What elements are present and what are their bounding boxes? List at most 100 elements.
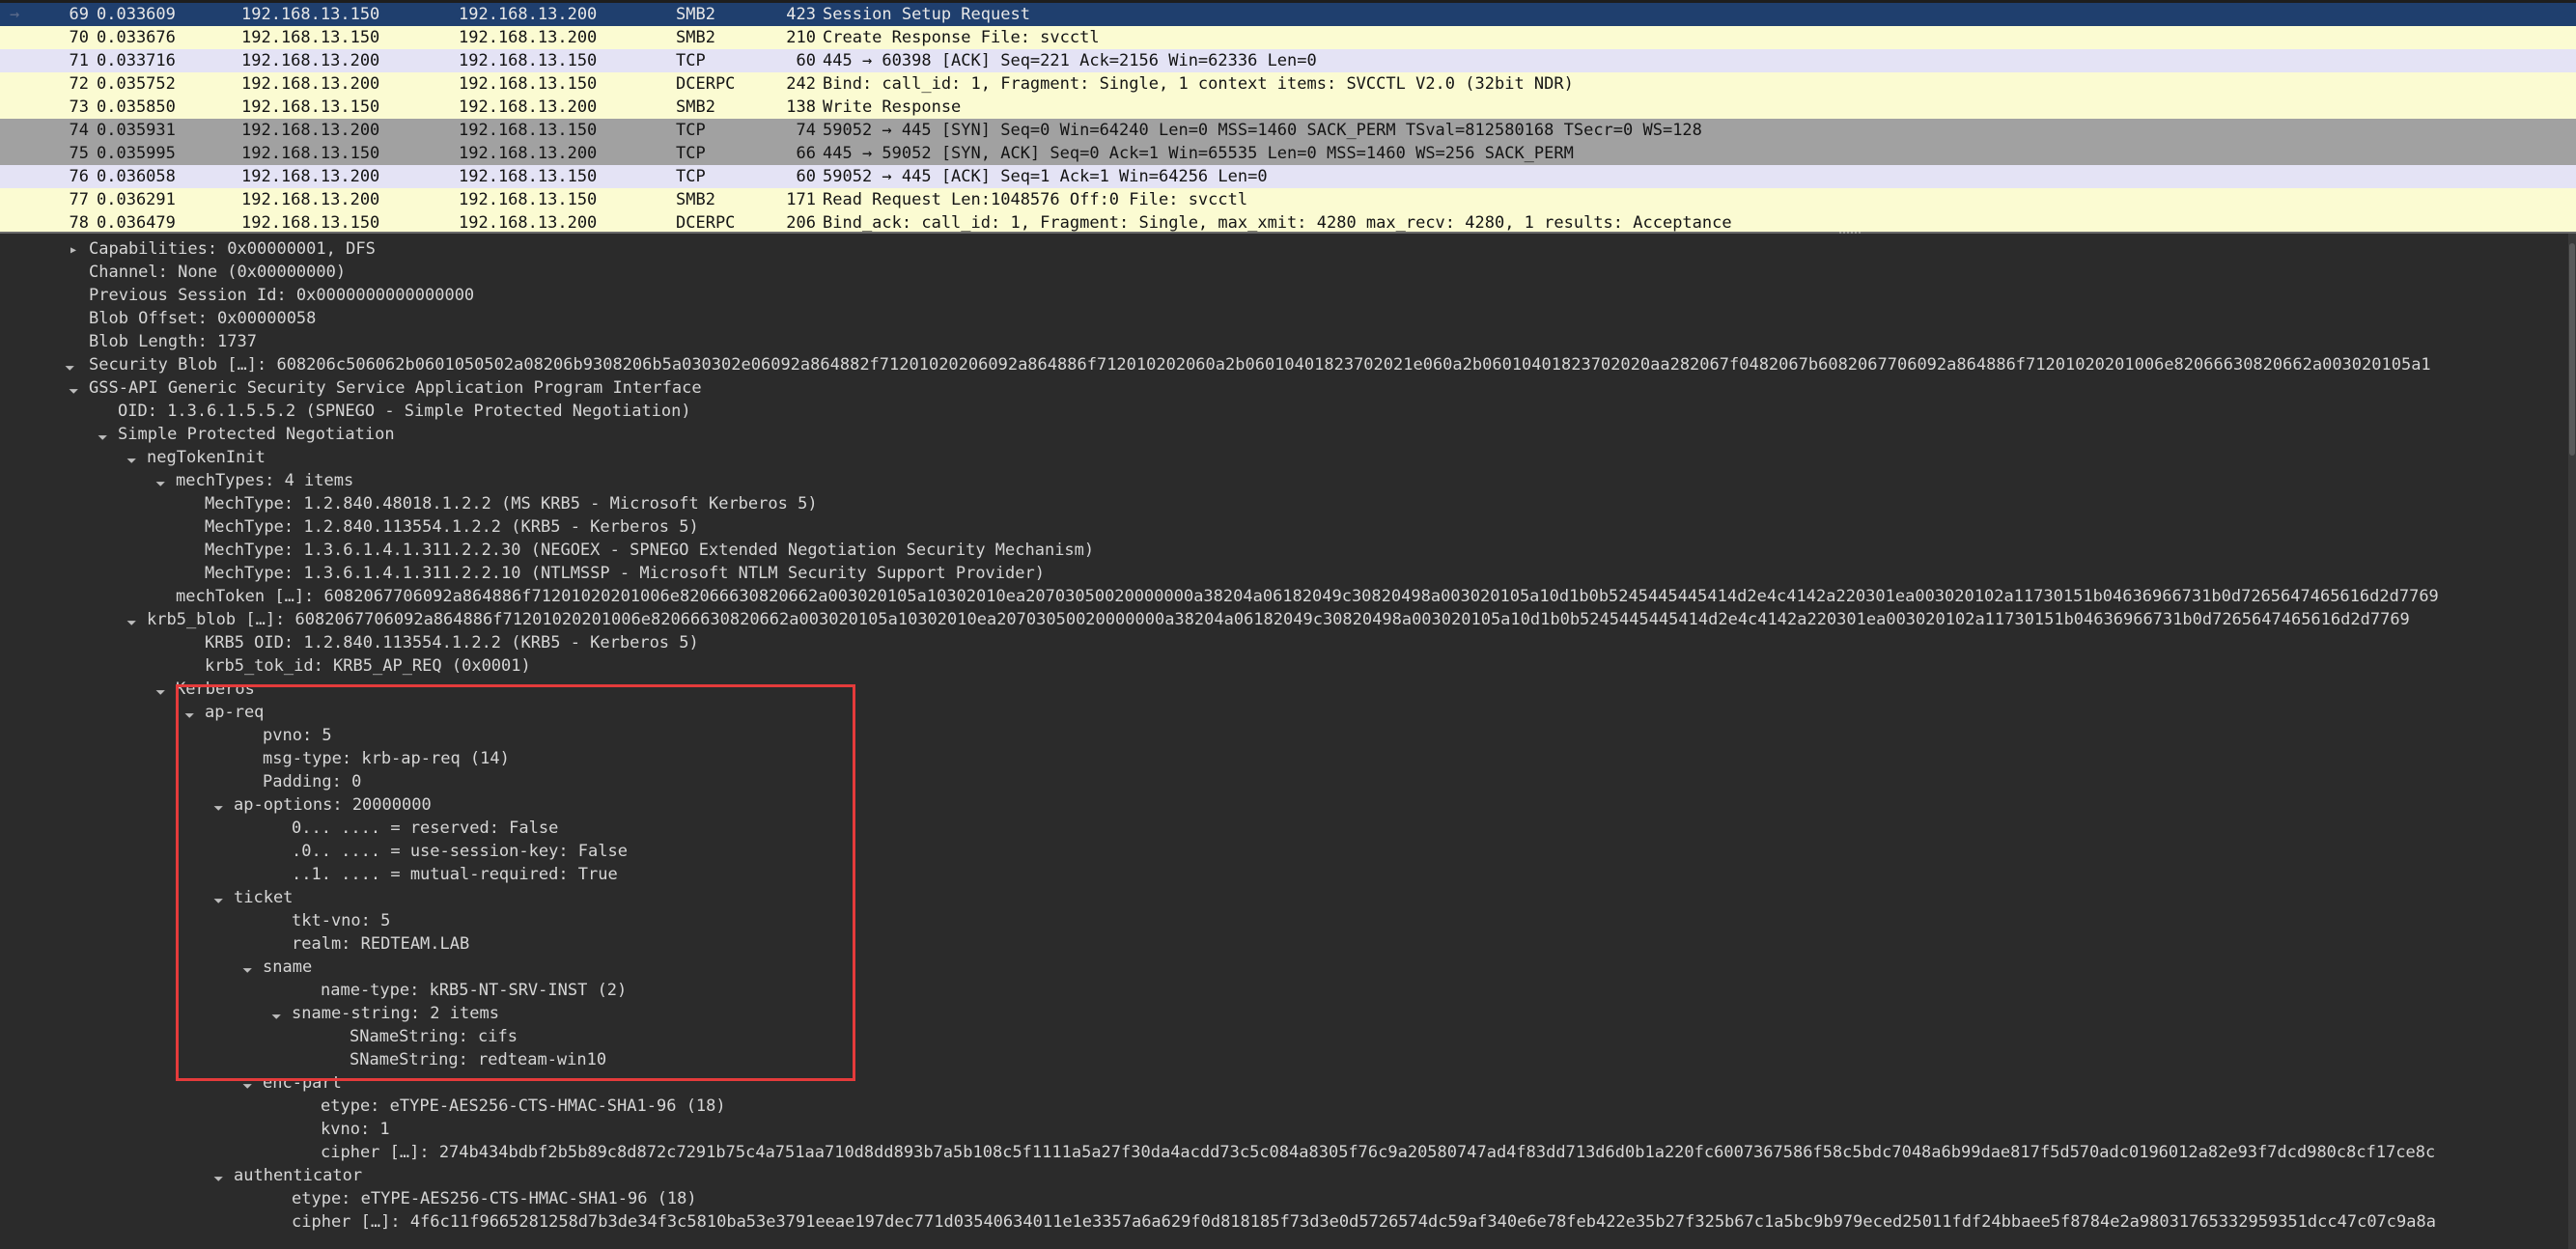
tree-row[interactable]: .0.. .... = use-session-key: False: [0, 840, 2576, 863]
expanded-toggle-icon[interactable]: [268, 1002, 284, 1025]
packet-list[interactable]: → 69 0.033609 192.168.13.150 192.168.13.200 S…: [0, 0, 2576, 234]
tree-row[interactable]: authenticator: [0, 1164, 2576, 1187]
packet-row[interactable]: 78 0.036479 192.168.13.150 192.168.13.200 DC…: [0, 211, 2576, 233]
tree-row-label: KRB5 OID: 1.2.840.113554.1.2.2 (KRB5 - K…: [205, 633, 699, 652]
packet-details-tree[interactable]: Capabilities: 0x00000001, DFS Channel: No…: [0, 234, 2576, 1249]
tree-row[interactable]: OID: 1.3.6.1.5.5.2 (SPNEGO - Simple Prot…: [0, 400, 2576, 423]
tree-row[interactable]: SNameString: cifs: [0, 1025, 2576, 1048]
packet-row[interactable]: 77 0.036291 192.168.13.200 192.168.13.150 SM…: [0, 188, 2576, 211]
packet-protocol: SMB2: [676, 97, 715, 117]
tree-row[interactable]: pvno: 5: [0, 724, 2576, 747]
tree-row[interactable]: Capabilities: 0x00000001, DFS: [0, 237, 2576, 261]
collapsed-toggle-icon[interactable]: [66, 237, 81, 261]
tree-row[interactable]: Simple Protected Negotiation: [0, 423, 2576, 446]
tree-row[interactable]: Security Blob […]: 608206c506062b0601050…: [0, 353, 2576, 376]
tree-row[interactable]: ..1. .... = mutual-required: True: [0, 863, 2576, 886]
tree-row[interactable]: enc-part: [0, 1071, 2576, 1095]
expanded-toggle-icon[interactable]: [210, 886, 226, 909]
tree-row[interactable]: GSS-API Generic Security Service Applica…: [0, 376, 2576, 400]
tree-row-label: OID: 1.3.6.1.5.5.2 (SPNEGO - Simple Prot…: [118, 402, 691, 421]
expanded-toggle-icon[interactable]: [66, 376, 81, 400]
packet-number: 71: [69, 51, 89, 70]
tree-row[interactable]: krb5_tok_id: KRB5_AP_REQ (0x0001): [0, 654, 2576, 678]
tree-row[interactable]: mechTypes: 4 items: [0, 469, 2576, 492]
expanded-toggle-icon[interactable]: [210, 793, 226, 817]
packet-time: 0.035752: [97, 74, 176, 94]
packet-info: Bind: call_id: 1, Fragment: Single, 1 co…: [823, 74, 1574, 94]
tree-row[interactable]: ap-req: [0, 701, 2576, 724]
scrollbar-thumb[interactable]: [2569, 243, 2575, 456]
packet-number: 74: [69, 121, 89, 140]
packet-row[interactable]: 71 0.033716 192.168.13.200 192.168.13.150 TC…: [0, 49, 2576, 72]
tree-row[interactable]: cipher […]: 274b434bdbf2b5b89c8d872c7291…: [0, 1141, 2576, 1164]
tree-row[interactable]: SNameString: redteam-win10: [0, 1048, 2576, 1071]
expanded-toggle-icon[interactable]: [95, 423, 110, 446]
packet-protocol: DCERPC: [676, 213, 736, 233]
packet-protocol: SMB2: [676, 5, 715, 24]
details-scrollbar[interactable]: [2568, 234, 2576, 1249]
tree-row[interactable]: etype: eTYPE-AES256-CTS-HMAC-SHA1-96 (18…: [0, 1095, 2576, 1118]
packet-length: 138: [786, 97, 816, 117]
packet-source: 192.168.13.200: [241, 74, 380, 94]
tree-row[interactable]: mechToken […]: 6082067706092a864886f7120…: [0, 585, 2576, 608]
tree-row[interactable]: negTokenInit: [0, 446, 2576, 469]
packet-source: 192.168.13.150: [241, 28, 380, 47]
tree-row[interactable]: krb5_blob […]: 6082067706092a864886f7120…: [0, 608, 2576, 631]
tree-row[interactable]: ap-options: 20000000: [0, 793, 2576, 817]
tree-row[interactable]: MechType: 1.3.6.1.4.1.311.2.2.30 (NEGOEX…: [0, 539, 2576, 562]
packet-row[interactable]: 70 0.033676 192.168.13.150 192.168.13.200 SM…: [0, 26, 2576, 49]
tree-row[interactable]: 0... .... = reserved: False: [0, 817, 2576, 840]
packet-row[interactable]: 73 0.035850 192.168.13.150 192.168.13.200 SM…: [0, 96, 2576, 119]
packet-row[interactable]: 74 0.035931 192.168.13.200 192.168.13.150 TC…: [0, 119, 2576, 142]
packet-number: 73: [69, 97, 89, 117]
tree-row[interactable]: name-type: kRB5-NT-SRV-INST (2): [0, 979, 2576, 1002]
packet-time: 0.035931: [97, 121, 176, 140]
tree-row-label: Kerberos: [176, 680, 255, 699]
expanded-toggle-icon[interactable]: [153, 678, 168, 701]
tree-row[interactable]: Blob Offset: 0x00000058: [0, 307, 2576, 330]
tree-row[interactable]: MechType: 1.2.840.113554.1.2.2 (KRB5 - K…: [0, 515, 2576, 539]
packet-source: 192.168.13.200: [241, 121, 380, 140]
packet-time: 0.036058: [97, 167, 176, 186]
packet-length: 206: [786, 213, 816, 233]
tree-row[interactable]: Blob Length: 1737: [0, 330, 2576, 353]
packet-row[interactable]: 75 0.035995 192.168.13.150 192.168.13.200 TC…: [0, 142, 2576, 165]
packet-row[interactable]: 72 0.035752 192.168.13.200 192.168.13.150 DC…: [0, 72, 2576, 96]
tree-row[interactable]: kvno: 1: [0, 1118, 2576, 1141]
packet-protocol: TCP: [676, 121, 706, 140]
packet-time: 0.035850: [97, 97, 176, 117]
tree-row[interactable]: etype: eTYPE-AES256-CTS-HMAC-SHA1-96 (18…: [0, 1187, 2576, 1210]
tree-row[interactable]: cipher […]: 4f6c11f9665281258d7b3de34f3c…: [0, 1210, 2576, 1234]
tree-row[interactable]: sname-string: 2 items: [0, 1002, 2576, 1025]
tree-row[interactable]: msg-type: krb-ap-req (14): [0, 747, 2576, 770]
tree-row[interactable]: Previous Session Id: 0x0000000000000000: [0, 284, 2576, 307]
expanded-toggle-icon[interactable]: [124, 446, 139, 469]
expanded-toggle-icon[interactable]: [239, 1071, 255, 1095]
tree-row[interactable]: MechType: 1.3.6.1.4.1.311.2.2.10 (NTLMSS…: [0, 562, 2576, 585]
packet-row[interactable]: 76 0.036058 192.168.13.200 192.168.13.150 TC…: [0, 165, 2576, 188]
expanded-toggle-icon[interactable]: [182, 701, 197, 724]
tree-row[interactable]: Channel: None (0x00000000): [0, 261, 2576, 284]
tree-row[interactable]: KRB5 OID: 1.2.840.113554.1.2.2 (KRB5 - K…: [0, 631, 2576, 654]
tree-row[interactable]: tkt-vno: 5: [0, 909, 2576, 932]
packet-source: 192.168.13.200: [241, 51, 380, 70]
tree-row-label: SNameString: redteam-win10: [350, 1050, 607, 1069]
expanded-toggle-icon[interactable]: [153, 469, 168, 492]
packet-length: 60: [796, 167, 816, 186]
expanded-toggle-icon[interactable]: [124, 608, 139, 631]
packet-length: 74: [796, 121, 816, 140]
tree-row-label: Padding: 0: [263, 772, 362, 791]
tree-row[interactable]: Kerberos: [0, 678, 2576, 701]
tree-row-label: ticket: [234, 888, 294, 907]
packet-time: 0.036291: [97, 190, 176, 209]
tree-row[interactable]: Padding: 0: [0, 770, 2576, 793]
tree-row[interactable]: ticket: [0, 886, 2576, 909]
tree-row[interactable]: MechType: 1.2.840.48018.1.2.2 (MS KRB5 -…: [0, 492, 2576, 515]
tree-row-label: Security Blob […]: 608206c506062b0601050…: [89, 355, 2431, 375]
packet-row[interactable]: → 69 0.033609 192.168.13.150 192.168.13.200 S…: [0, 3, 2576, 26]
tree-row[interactable]: realm: REDTEAM.LAB: [0, 932, 2576, 956]
expanded-toggle-icon[interactable]: [62, 353, 77, 376]
expanded-toggle-icon[interactable]: [239, 956, 255, 979]
tree-row[interactable]: sname: [0, 956, 2576, 979]
expanded-toggle-icon[interactable]: [210, 1164, 226, 1187]
